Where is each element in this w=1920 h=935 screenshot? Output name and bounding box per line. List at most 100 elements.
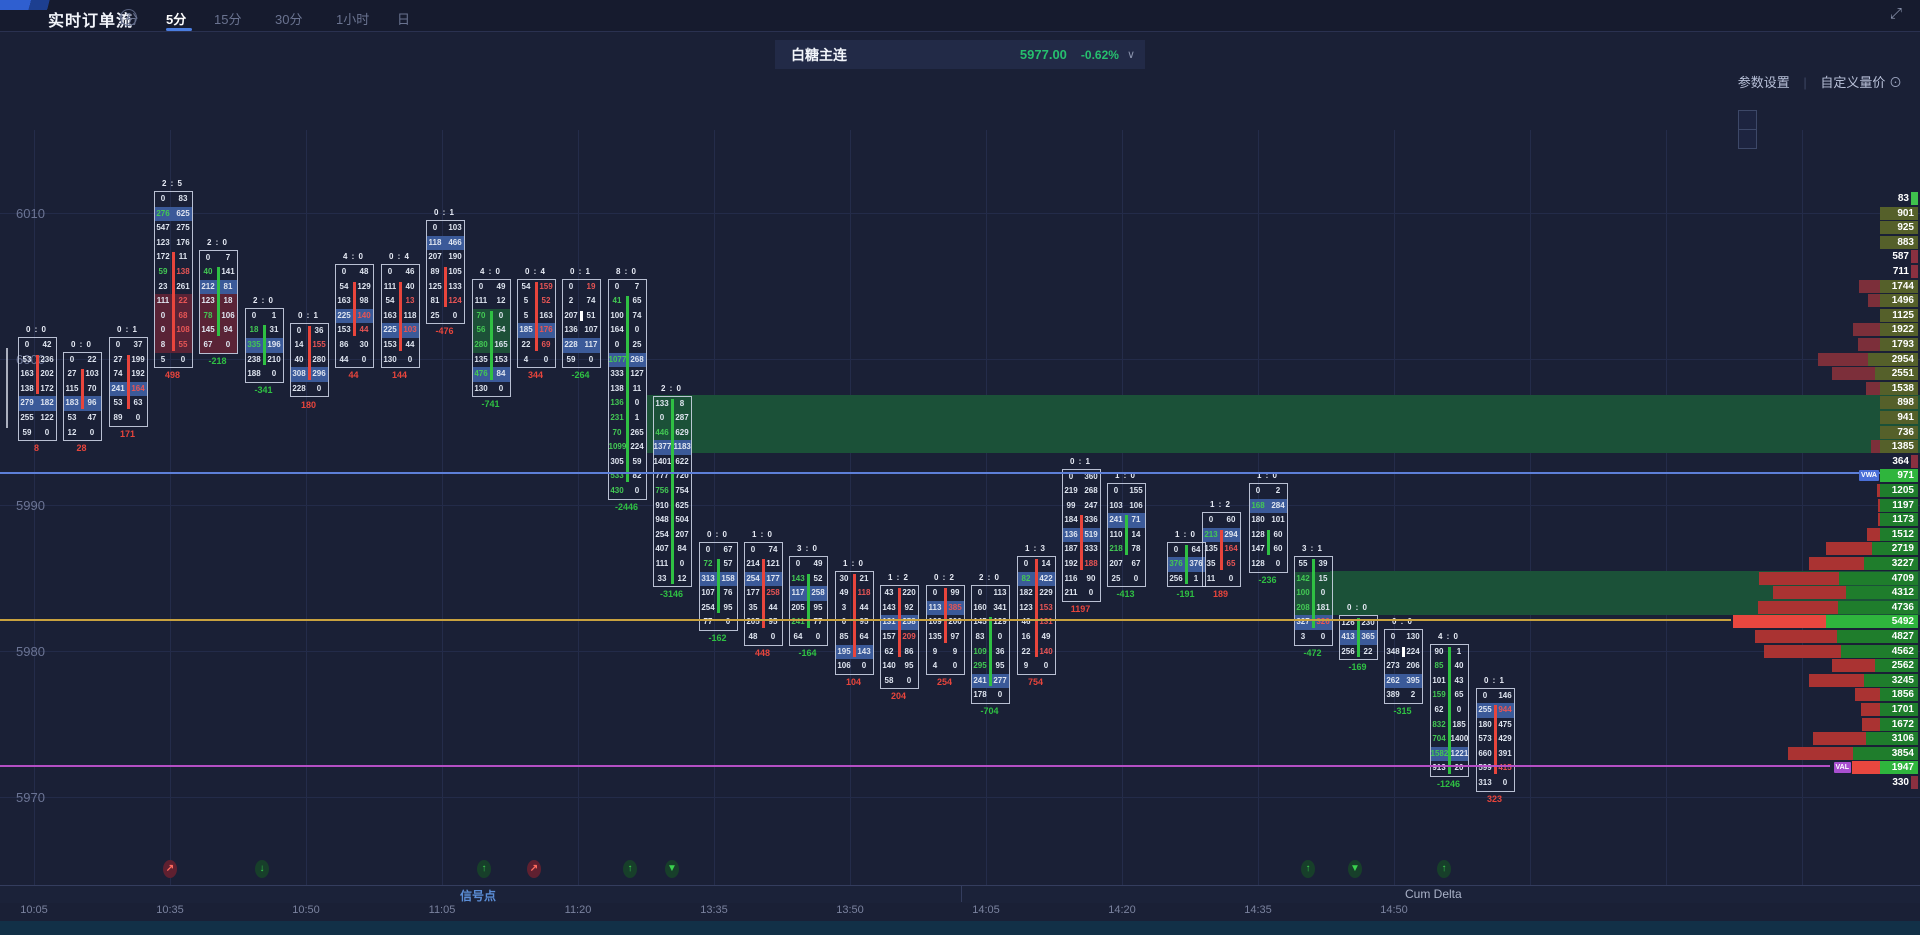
volume-profile-row: 1512: [0, 528, 1920, 541]
panel-help-button[interactable]: [1738, 129, 1757, 149]
volume-profile-row: 901: [0, 207, 1920, 220]
active-tab-underline: [166, 28, 192, 31]
volume-profile-row: 3106: [0, 732, 1920, 745]
volume-profile-row: 898: [0, 396, 1920, 409]
bottom-bar: [0, 921, 1920, 935]
tab-15分[interactable]: 15分: [214, 9, 241, 28]
profile-volume-value: 711: [1849, 265, 1909, 278]
candle-delta: 323: [1460, 794, 1530, 804]
profile-volume-value: 898: [1834, 396, 1914, 409]
gridline-horizontal: [0, 797, 1920, 798]
volume-profile-row: 4827: [0, 630, 1920, 643]
tab-1分[interactable]: 1分: [118, 9, 138, 28]
val-badge: VAL: [1834, 762, 1851, 773]
signal-pane-label: 信号点: [460, 887, 496, 904]
profile-volume-value: 1496: [1834, 294, 1914, 307]
volume-profile-row: 1701: [0, 703, 1920, 716]
volume-profile-row: 1125: [0, 309, 1920, 322]
volume-profile-row: 4709: [0, 572, 1920, 585]
profile-volume-value: 3854: [1834, 747, 1914, 760]
volume-profile-row: 1672: [0, 718, 1920, 731]
profile-bar-segment: [1759, 572, 1839, 585]
instrument-selector[interactable]: 白糖主连 5977.00 -0.62% ∨: [775, 40, 1145, 69]
x-axis-label: 11:05: [429, 904, 456, 916]
profile-bar-segment: [1758, 601, 1838, 614]
x-axis-label: 11:20: [565, 904, 592, 916]
volume-profile-row: 1947VAL: [0, 761, 1920, 774]
instrument-name: 白糖主连: [791, 45, 847, 65]
profile-volume-value: 587: [1849, 250, 1909, 263]
profile-volume-value: 83: [1849, 192, 1909, 205]
volume-profile-row: 5492: [0, 615, 1920, 628]
footprint-chart[interactable]: 601060005990598059700 : 0042532361632021…: [0, 0, 1920, 935]
signal-icon: ↑: [1301, 860, 1315, 878]
profile-bar-segment: [1911, 192, 1918, 205]
candle-imbalance-header: 2 : 5: [143, 179, 203, 188]
tab-5分[interactable]: 5分: [166, 9, 186, 28]
top-bar: 实时订单流 ? 1分5分15分30分1小时日 ⤢: [0, 0, 1920, 32]
volume-profile-row: 1922: [0, 323, 1920, 336]
settings-button[interactable]: 参数设置: [1738, 75, 1790, 90]
custom-volume-price-button[interactable]: 自定义量价: [1820, 75, 1885, 90]
volume-profile-row: 3245: [0, 674, 1920, 687]
profile-volume-value: 1793: [1834, 338, 1914, 351]
y-axis-label: 5970: [16, 790, 45, 805]
tab-30分[interactable]: 30分: [275, 9, 302, 28]
profile-volume-value: 1672: [1834, 718, 1914, 731]
collapse-icon[interactable]: ⤢: [1890, 5, 1902, 22]
volume-profile-row: 83: [0, 192, 1920, 205]
profile-volume-value: 901: [1834, 207, 1914, 220]
x-axis-label: 10:05: [20, 904, 48, 916]
chevron-down-icon: ∨: [1127, 48, 1135, 61]
cumdelta-pane-label: Cum Delta: [1405, 887, 1462, 901]
profile-volume-value: 4709: [1834, 572, 1914, 585]
volume-profile-row: 1173: [0, 513, 1920, 526]
profile-volume-value: 1856: [1834, 688, 1914, 701]
volume-profile-row: 925: [0, 221, 1920, 234]
bottom-label-strip: [0, 885, 1920, 903]
profile-bar-segment: [1911, 250, 1918, 263]
profile-volume-value: 883: [1834, 236, 1914, 249]
profile-volume-value: 4562: [1834, 645, 1914, 658]
profile-bar-segment: [1911, 265, 1918, 278]
volume-profile-row: 4736: [0, 601, 1920, 614]
volume-profile-row: 1496: [0, 294, 1920, 307]
vwap-badge: VWA: [1859, 470, 1879, 481]
profile-volume-value: 2551: [1834, 367, 1914, 380]
signal-icon: ↑: [1437, 860, 1451, 878]
profile-volume-value: 1197: [1834, 499, 1914, 512]
signal-icon: ↓: [255, 860, 269, 878]
volume-profile-row: 3227: [0, 557, 1920, 570]
signal-icon: ▼: [1348, 860, 1362, 878]
expand-panel-button[interactable]: [1738, 110, 1757, 130]
volume-profile-row: 1205: [0, 484, 1920, 497]
profile-volume-value: 4736: [1834, 601, 1914, 614]
volume-profile-row: 2954: [0, 353, 1920, 366]
gear-icon[interactable]: ⊙: [1889, 75, 1902, 90]
signal-icon: ↑: [477, 860, 491, 878]
orderflow-app: 601060005990598059700 : 0042532361632021…: [0, 0, 1920, 935]
volume-profile-row: 1385: [0, 440, 1920, 453]
volume-profile-row: 4312: [0, 586, 1920, 599]
volume-profile-row: 1793: [0, 338, 1920, 351]
profile-bar-segment: [1911, 455, 1918, 468]
profile-bar-segment: [1911, 776, 1918, 789]
tab-1小时[interactable]: 1小时: [336, 9, 369, 28]
profile-volume-value: 736: [1834, 426, 1914, 439]
volume-profile-row: 711: [0, 265, 1920, 278]
x-axis-label: 14:50: [1380, 904, 1408, 916]
profile-volume-value: 330: [1849, 776, 1909, 789]
volume-profile-row: 3854: [0, 747, 1920, 760]
profile-volume-value: 1173: [1834, 513, 1914, 526]
profile-volume-value: 2954: [1834, 353, 1914, 366]
profile-volume-value: 925: [1834, 221, 1914, 234]
instrument-change: -0.62%: [1081, 48, 1119, 62]
volume-profile-row: 1197: [0, 499, 1920, 512]
profile-volume-value: 4827: [1834, 630, 1914, 643]
tab-日[interactable]: 日: [397, 9, 410, 28]
profile-volume-value: 5492: [1834, 615, 1914, 628]
profile-volume-value: 1205: [1834, 484, 1914, 497]
volume-profile-row: 4562: [0, 645, 1920, 658]
profile-volume-value: 941: [1834, 411, 1914, 424]
x-axis-label: 14:05: [972, 904, 1000, 916]
